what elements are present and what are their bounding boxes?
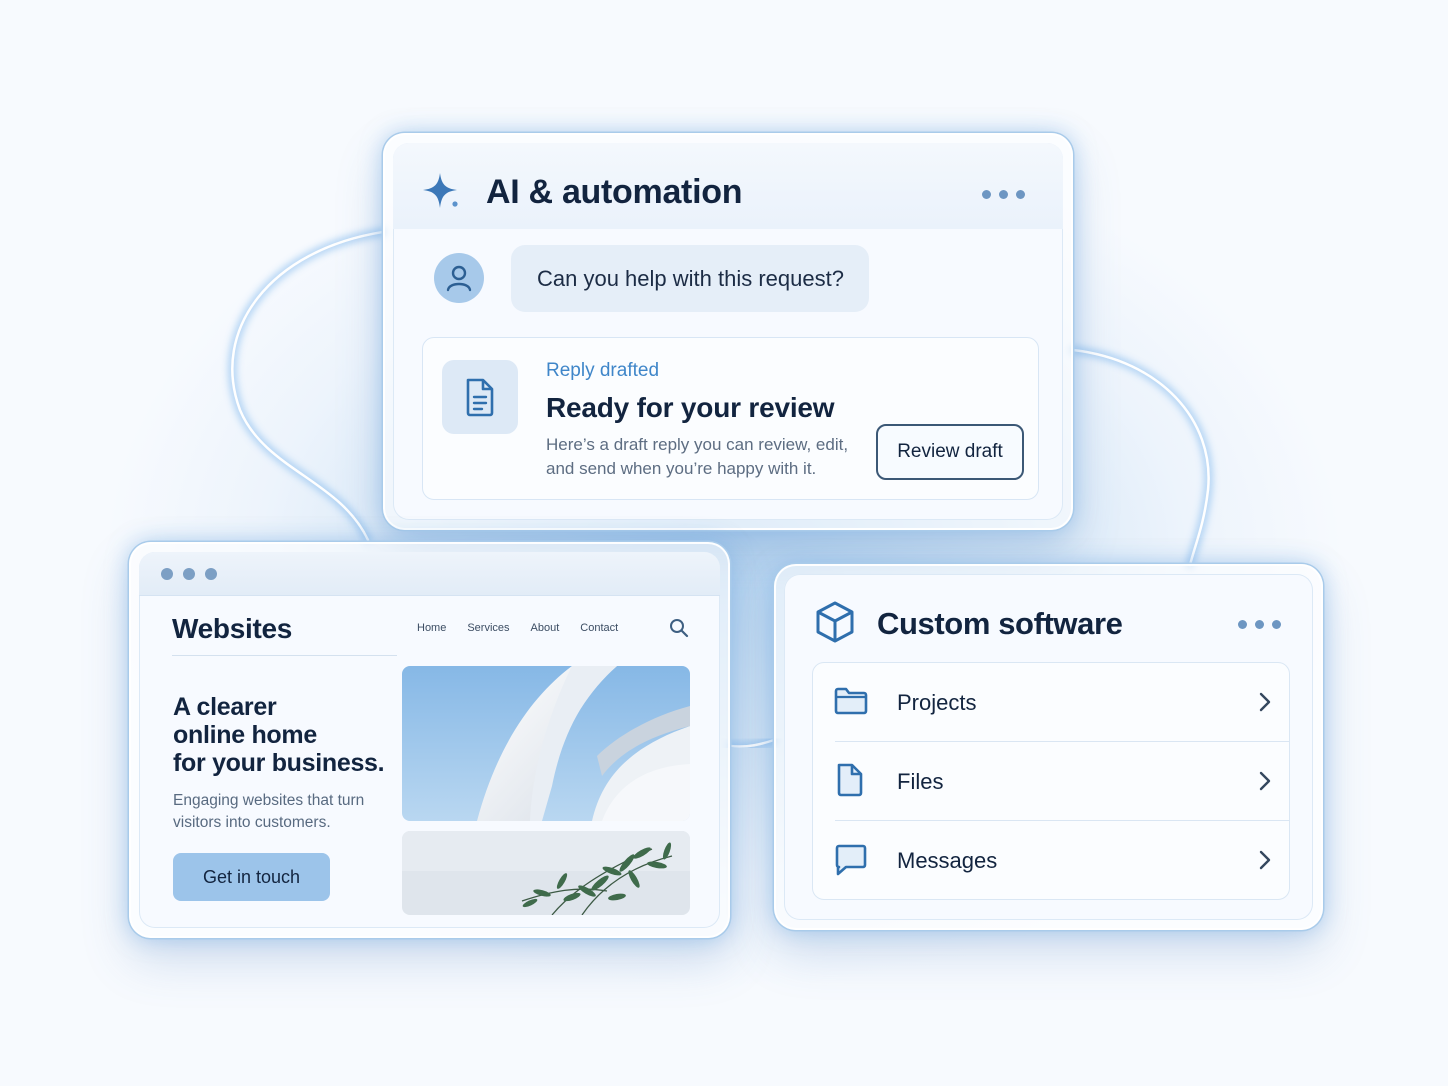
custom-software-panel: Custom software Projects Files Messages <box>774 564 1323 930</box>
document-tile <box>442 360 518 434</box>
nav-home[interactable]: Home <box>417 622 446 634</box>
window-controls[interactable] <box>161 568 217 580</box>
ai-panel-header: AI & automation <box>393 143 1063 229</box>
ai-panel-title: AI & automation <box>486 173 743 211</box>
reply-title: Ready for your review <box>546 392 835 423</box>
file-icon <box>837 763 863 797</box>
menu-item-label: Projects <box>897 690 977 715</box>
menu-item-projects[interactable]: Projects <box>813 663 1289 741</box>
search-icon[interactable] <box>669 618 689 638</box>
header-divider <box>172 655 397 656</box>
reply-status-label: Reply drafted <box>546 360 660 381</box>
hero-subtext: Engaging websites that turn visitors int… <box>173 792 365 831</box>
chevron-right-icon <box>1259 771 1271 791</box>
menu-item-label: Files <box>897 769 944 794</box>
menu-item-files[interactable]: Files <box>813 742 1289 820</box>
hero-heading: A clearer online home for your business. <box>173 693 385 777</box>
hero-heading-line-3: for your business. <box>173 749 385 777</box>
document-icon <box>466 378 494 417</box>
chevron-right-icon <box>1259 850 1271 870</box>
ai-panel-body: AI & automation Can you help with this r… <box>393 143 1063 520</box>
more-options-icon[interactable] <box>982 190 1025 199</box>
reply-draft-card: Reply drafted Ready for your review Here… <box>422 337 1039 500</box>
sparkle-icon <box>423 173 458 208</box>
nav-about[interactable]: About <box>531 622 560 634</box>
cube-icon <box>816 601 854 643</box>
plant-image <box>402 831 690 915</box>
chevron-right-icon <box>1259 692 1271 712</box>
reply-description: Here’s a draft reply you can review, edi… <box>546 435 849 478</box>
browser-title-bar <box>139 552 720 596</box>
hero-heading-line-1: A clearer <box>173 693 277 721</box>
user-avatar <box>434 253 484 303</box>
hero-heading-line-2: online home <box>173 721 317 749</box>
site-brand: Websites <box>172 613 293 644</box>
user-message-bubble: Can you help with this request? <box>511 245 869 312</box>
architecture-image <box>402 666 690 821</box>
websites-browser-window: Websites Home Services About Contact A c… <box>139 552 720 928</box>
websites-panel: Websites Home Services About Contact A c… <box>129 542 730 938</box>
more-options-icon[interactable] <box>1238 620 1281 629</box>
menu-item-messages[interactable]: Messages <box>813 821 1289 899</box>
chat-icon <box>835 844 867 876</box>
site-nav: Home Services About Contact <box>417 622 618 634</box>
get-in-touch-button[interactable]: Get in touch <box>173 853 330 901</box>
user-icon <box>446 265 472 292</box>
ai-automation-panel: AI & automation Can you help with this r… <box>383 133 1073 530</box>
software-panel-body: Custom software Projects Files Messages <box>784 574 1313 920</box>
menu-item-label: Messages <box>897 848 998 873</box>
nav-services[interactable]: Services <box>467 622 509 634</box>
software-menu-list: Projects Files Messages <box>812 662 1290 900</box>
software-panel-title: Custom software <box>877 606 1123 641</box>
review-draft-button[interactable]: Review draft <box>876 424 1024 480</box>
folder-icon <box>834 687 868 715</box>
nav-contact[interactable]: Contact <box>580 622 618 634</box>
